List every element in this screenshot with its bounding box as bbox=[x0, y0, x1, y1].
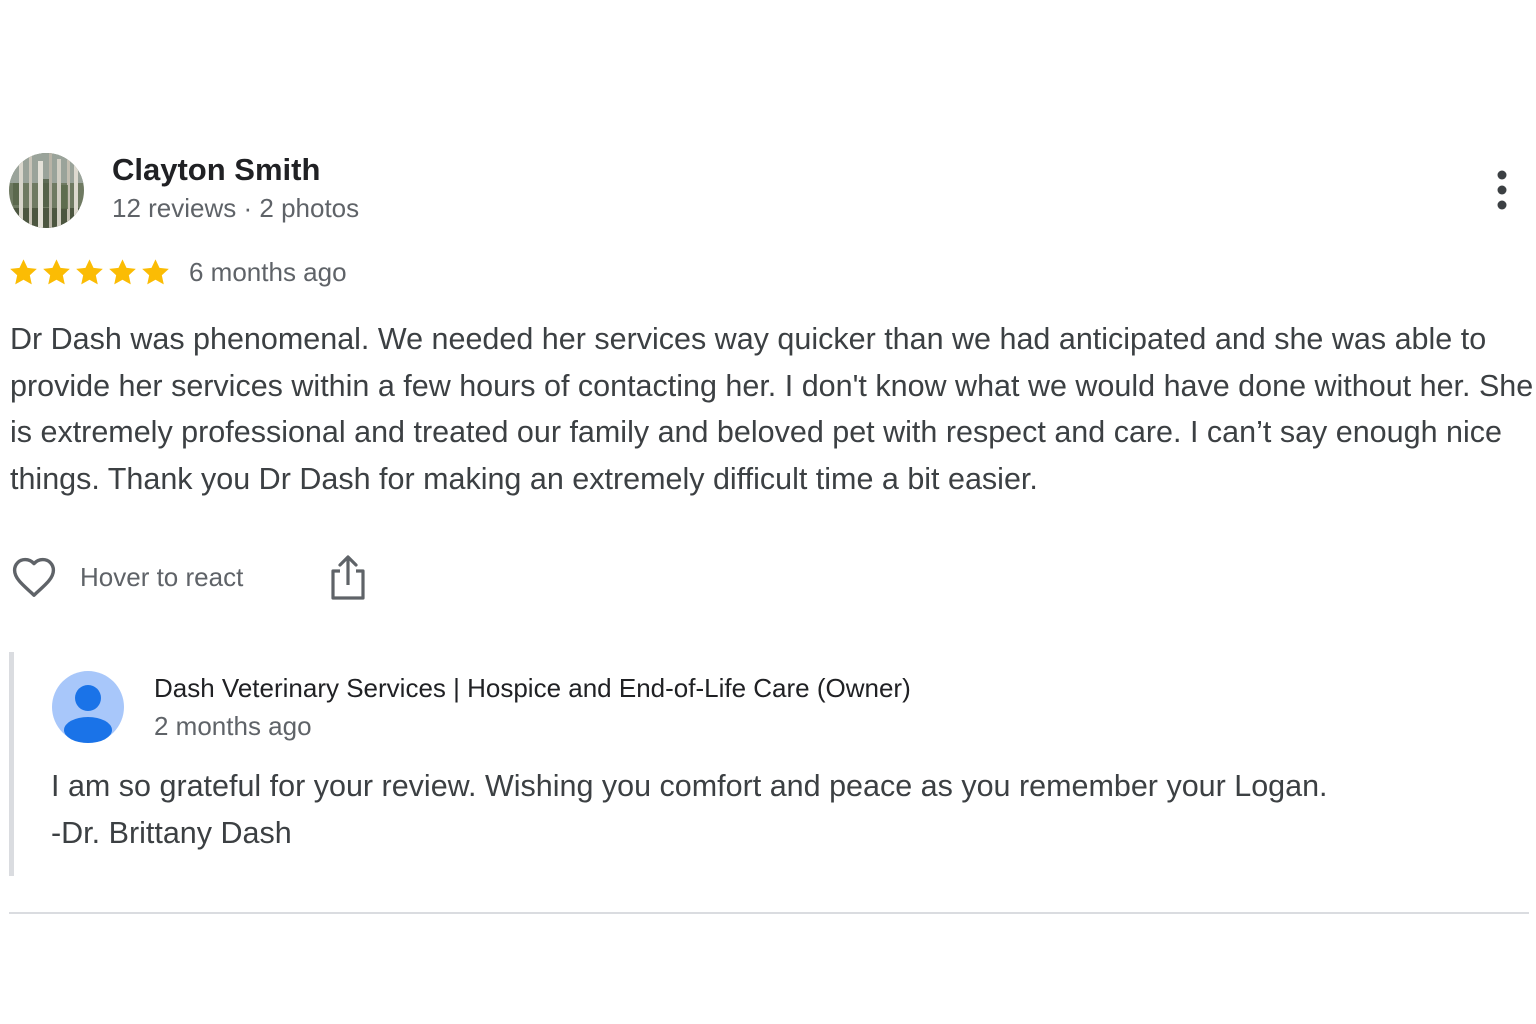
heart-outline-icon bbox=[12, 557, 56, 597]
star-icon bbox=[142, 258, 169, 284]
star-icon bbox=[109, 258, 136, 284]
share-icon bbox=[331, 555, 365, 600]
owner-name: Dash Veterinary Services | Hospice and E… bbox=[154, 673, 911, 703]
more-options-button[interactable] bbox=[1482, 166, 1522, 214]
owner-reply: Dash Veterinary Services | Hospice and E… bbox=[9, 652, 1524, 876]
review-text: Dr Dash was phenomenal. We needed her se… bbox=[10, 322, 1534, 497]
reviewer-avatar-image bbox=[9, 153, 84, 228]
reviewer-name[interactable]: Clayton Smith bbox=[112, 151, 359, 189]
react-button[interactable] bbox=[8, 554, 60, 602]
owner-reply-line: I am so grateful for your review. Wishin… bbox=[51, 769, 1328, 803]
reviewer-meta: 12 reviews · 2 photos bbox=[112, 193, 360, 223]
review-card: Clayton Smith 12 reviews · 2 photos 6 mo… bbox=[0, 0, 1536, 1024]
more-vert-icon bbox=[1497, 170, 1507, 210]
star-icon bbox=[76, 258, 103, 284]
person-icon bbox=[52, 671, 124, 743]
star-icon bbox=[43, 258, 70, 284]
rating-row: 6 months ago bbox=[8, 254, 347, 290]
star-icon bbox=[10, 258, 37, 284]
owner-reply-text: I am so grateful for your review. Wishin… bbox=[51, 763, 1511, 857]
reviewer-avatar[interactable] bbox=[9, 153, 84, 228]
divider bbox=[9, 912, 1529, 914]
react-label[interactable]: Hover to react bbox=[80, 559, 243, 595]
share-button[interactable] bbox=[326, 552, 370, 604]
reviewer-info: Clayton Smith 12 reviews · 2 photos bbox=[112, 151, 359, 226]
owner-avatar[interactable] bbox=[52, 671, 124, 743]
star-rating bbox=[8, 257, 171, 288]
review-date: 6 months ago bbox=[189, 256, 347, 287]
owner-reply-signature: -Dr. Brittany Dash bbox=[51, 816, 292, 850]
owner-reply-date: 2 months ago bbox=[154, 711, 312, 741]
